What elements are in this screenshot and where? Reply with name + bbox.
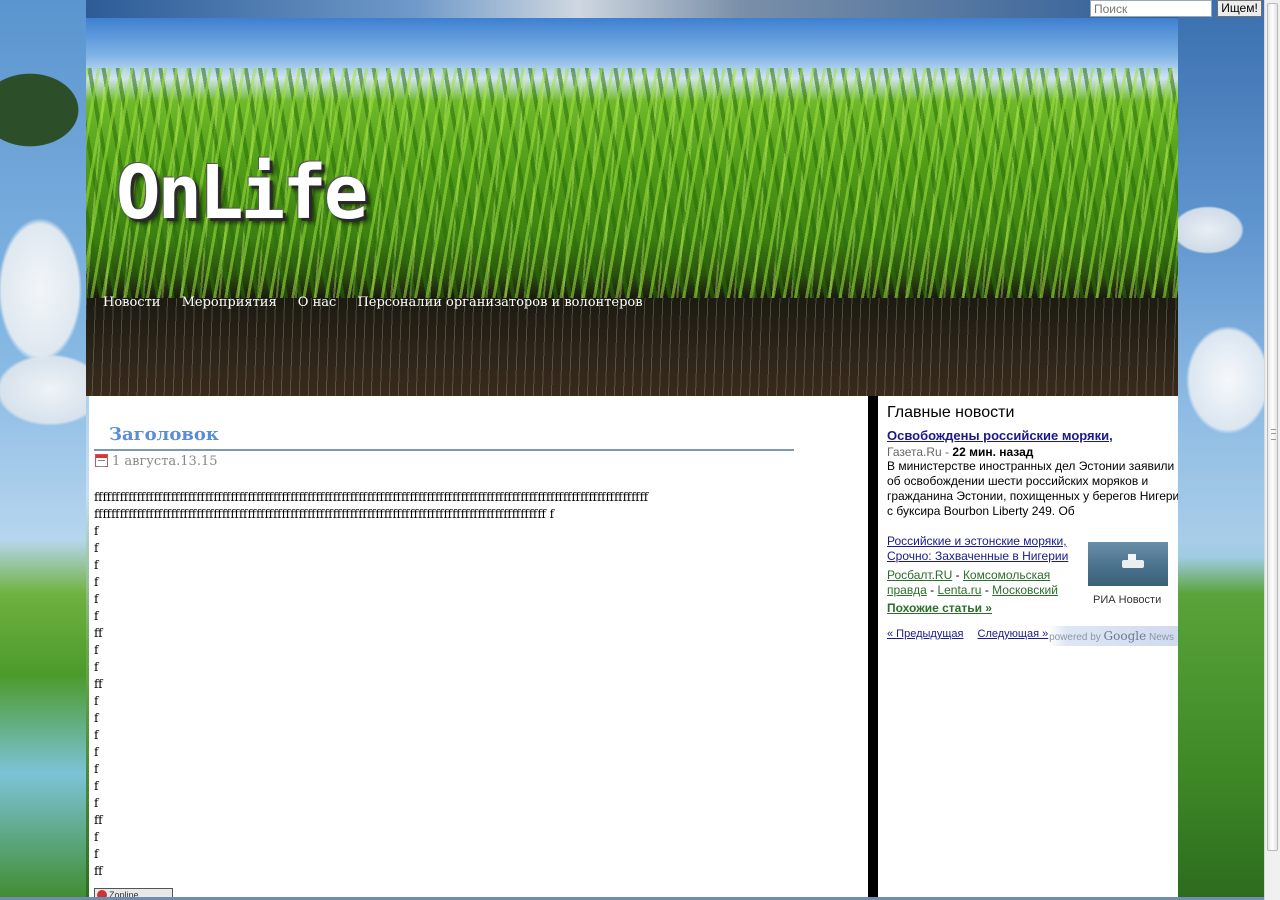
- nav-item-about[interactable]: О нас: [298, 295, 337, 310]
- post-line: f: [94, 779, 99, 793]
- meta-separator: -: [941, 445, 953, 459]
- post-line: f: [94, 558, 99, 572]
- post-line: ff: [94, 813, 103, 827]
- background-landscape-right: [1178, 0, 1264, 900]
- post-line: f: [94, 541, 99, 555]
- prev-button[interactable]: « Предыдущая: [887, 628, 963, 640]
- grip-icon: [1271, 429, 1276, 440]
- post-line: f: [94, 762, 99, 776]
- news-pager: « Предыдущая Следующая »: [887, 628, 1059, 640]
- background-landscape-left: [0, 0, 86, 900]
- site-header: OnLife Новости Мероприятия О нас Персона…: [86, 18, 1178, 396]
- search-button[interactable]: Ищем!: [1217, 0, 1262, 17]
- source-link[interactable]: Московский: [992, 583, 1058, 597]
- thumbnail-caption[interactable]: РИА Новости: [1093, 594, 1161, 606]
- story-meta: Газета.Ru - 22 мин. назад: [887, 445, 1033, 459]
- soil-banner: [86, 298, 1178, 396]
- related-articles-link[interactable]: Похожие статьи »: [887, 601, 992, 615]
- scrollbar-thumb[interactable]: [1267, 3, 1278, 851]
- powered-suffix: News: [1146, 632, 1174, 643]
- source-link[interactable]: Lenta.ru: [937, 583, 981, 597]
- title-divider: [94, 449, 794, 451]
- post-body: ffffffffffffffffffffffffffffffffffffffff…: [94, 489, 864, 880]
- post-line: f: [94, 847, 99, 861]
- nav-item-news[interactable]: Новости: [103, 295, 160, 310]
- vertical-scrollbar[interactable]: [1264, 0, 1280, 900]
- calendar-icon: [95, 454, 108, 467]
- ship-thumbnail[interactable]: [1088, 542, 1168, 586]
- post-line: f: [94, 643, 99, 657]
- source-link[interactable]: Росбалт.RU: [887, 568, 952, 582]
- ship-icon: [1122, 554, 1144, 568]
- post-line: f: [94, 711, 99, 725]
- site-logo[interactable]: OnLife: [116, 150, 368, 236]
- powered-prefix: powered by: [1049, 632, 1104, 643]
- main-content: Заголовок 1 августа.13.15 ffffffffffffff…: [89, 396, 868, 900]
- nav-item-events[interactable]: Мероприятия: [182, 295, 277, 310]
- news-heading: Главные новости: [887, 404, 1015, 421]
- story-source: Газета.Ru: [887, 445, 942, 459]
- post-date: 1 августа.13.15: [112, 454, 218, 469]
- post-line: ffffffffffffffffffffffffffffffffffffffff…: [94, 507, 555, 521]
- google-logo: Google: [1103, 629, 1147, 643]
- post-line: ff: [94, 864, 103, 878]
- main-nav: Новости Мероприятия О нас Персоналии орг…: [103, 295, 660, 310]
- post-line: f: [94, 660, 99, 674]
- next-button[interactable]: Следующая »: [978, 628, 1049, 640]
- post-line: ffffffffffffffffffffffffffffffffffffffff…: [94, 490, 649, 504]
- post-line: ff: [94, 677, 103, 691]
- column-divider: [868, 396, 878, 900]
- post-line: f: [94, 524, 99, 538]
- post-line: f: [94, 609, 99, 623]
- powered-by-badge: powered by Google News: [1048, 626, 1178, 646]
- story-link[interactable]: Освобождены российские моряки,: [887, 428, 1113, 443]
- search-input[interactable]: [1090, 0, 1212, 17]
- post-line: f: [94, 575, 99, 589]
- post-line: f: [94, 745, 99, 759]
- post-line: f: [94, 728, 99, 742]
- post-line: f: [94, 592, 99, 606]
- story-link[interactable]: Российские и эстонские моряки, Срочно: З…: [887, 534, 1082, 564]
- post-line: f: [94, 796, 99, 810]
- story-snippet: В министерстве иностранных дел Эстонии з…: [887, 459, 1178, 518]
- nav-item-people[interactable]: Персоналии организаторов и волонтеров: [357, 295, 642, 310]
- story-time: 22 мин. назад: [952, 445, 1034, 459]
- news-sidebar: Главные новости Освобождены российские м…: [878, 396, 1178, 900]
- post-title[interactable]: Заголовок: [109, 424, 219, 445]
- story-sources: Росбалт.RU - Комсомольская правда - Lent…: [887, 568, 1058, 597]
- post-line: f: [94, 694, 99, 708]
- background-sky-top: [86, 0, 1178, 18]
- post-line: f: [94, 830, 99, 844]
- post-line: ff: [94, 626, 103, 640]
